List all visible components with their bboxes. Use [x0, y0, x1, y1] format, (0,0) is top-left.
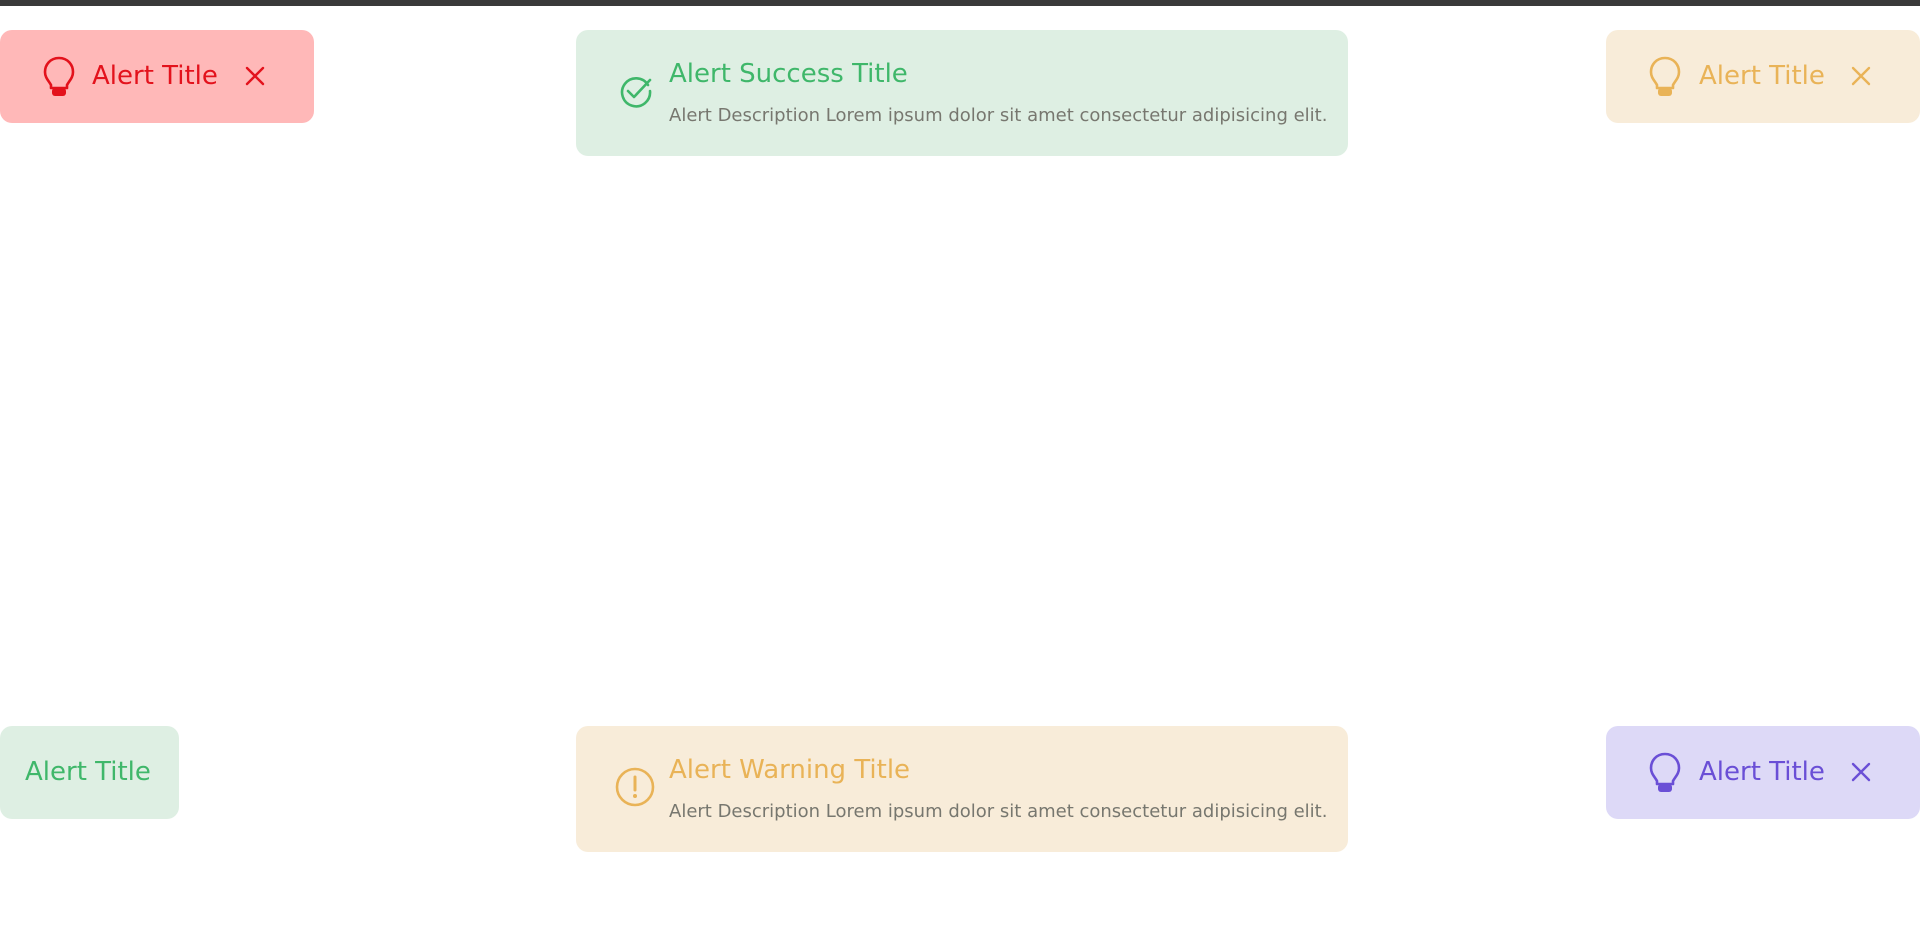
- alert-success: Alert Success Title Alert Description Lo…: [576, 30, 1348, 156]
- exclamation-circle-icon: [615, 767, 655, 807]
- lightbulb-icon: [1649, 56, 1681, 96]
- alert-warning: Alert Warning Title Alert Description Lo…: [576, 726, 1348, 852]
- alert-success-plain: Alert Title: [0, 726, 179, 819]
- alert-title: Alert Title: [25, 757, 151, 787]
- alert-title: Alert Success Title: [669, 59, 908, 89]
- alert-title: Alert Title: [92, 61, 218, 91]
- close-icon[interactable]: [242, 63, 268, 89]
- close-icon[interactable]: [1848, 63, 1874, 89]
- lightbulb-icon: [1649, 752, 1681, 792]
- alert-error: Alert Title: [0, 30, 314, 123]
- check-circle-icon: [620, 77, 652, 108]
- close-icon[interactable]: [1848, 759, 1874, 785]
- alert-info: Alert Title: [1606, 726, 1920, 819]
- alert-warning-compact: Alert Title: [1606, 30, 1920, 123]
- alert-description: Alert Description Lorem ipsum dolor sit …: [669, 105, 1328, 126]
- alert-title: Alert Title: [1699, 757, 1825, 787]
- alert-title: Alert Title: [1699, 61, 1825, 91]
- alert-title: Alert Warning Title: [669, 755, 911, 785]
- alert-description: Alert Description Lorem ipsum dolor sit …: [669, 801, 1328, 822]
- lightbulb-icon: [43, 56, 75, 96]
- top-border: [0, 0, 1920, 6]
